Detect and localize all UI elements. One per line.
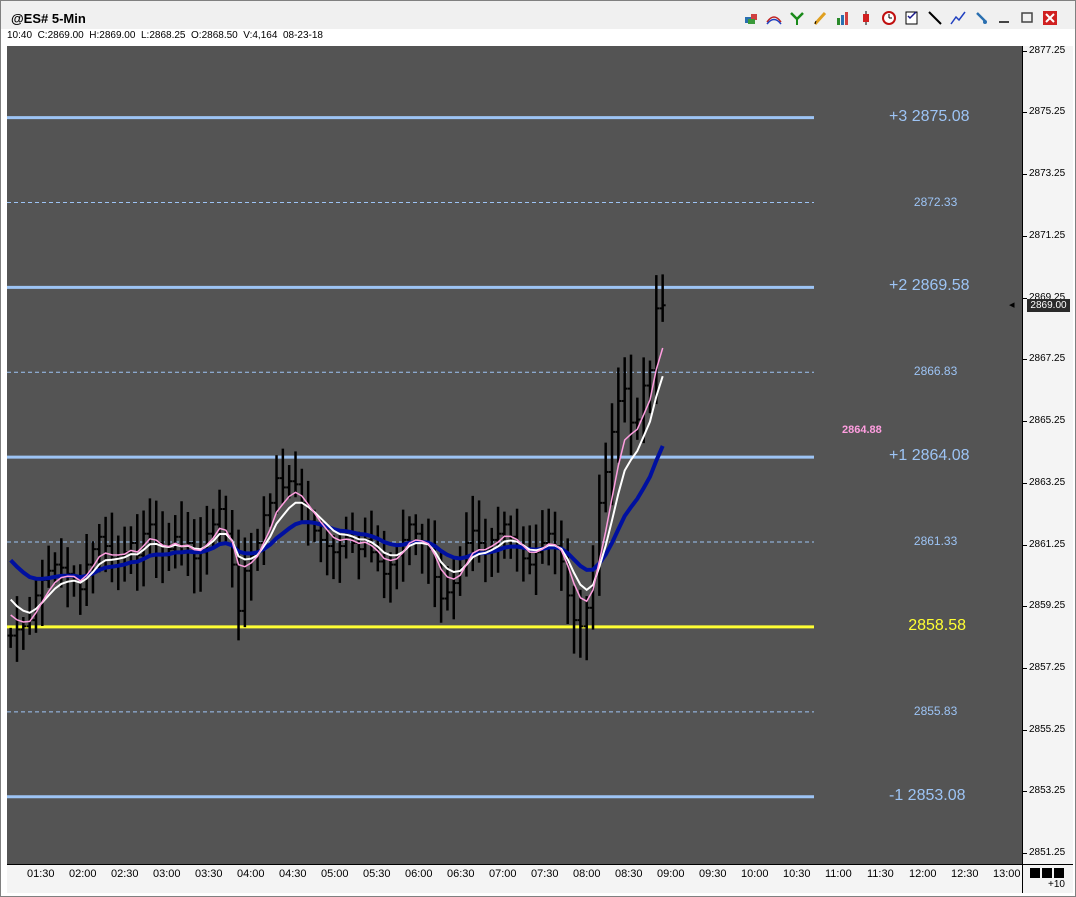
level-label: +3 2875.08 bbox=[889, 107, 970, 125]
y-tick-label: 2873.25 bbox=[1029, 168, 1066, 180]
corner-box-icon[interactable] bbox=[1042, 868, 1052, 878]
y-tick-mark bbox=[1023, 544, 1027, 546]
x-tick-label: 06:30 bbox=[447, 868, 475, 880]
x-tick-label: 03:00 bbox=[153, 868, 181, 880]
y-tick-mark bbox=[1023, 667, 1027, 669]
y-tick-label: 2863.25 bbox=[1029, 476, 1066, 488]
corner-box-icon[interactable] bbox=[1054, 868, 1064, 878]
level-label: +1 2864.08 bbox=[889, 447, 970, 465]
y-tick-mark bbox=[1023, 729, 1027, 731]
trend-icon[interactable] bbox=[948, 8, 967, 27]
minimize-icon[interactable] bbox=[994, 8, 1013, 27]
line-tool-icon[interactable] bbox=[925, 8, 944, 27]
axis-corner: +10 bbox=[1022, 864, 1073, 893]
x-tick-label: 02:00 bbox=[69, 868, 97, 880]
y-tick-mark bbox=[1023, 174, 1027, 176]
toolbar bbox=[741, 8, 1059, 28]
quote-line: 10:40 C:2869.00 H:2869.00 L:2868.25 O:28… bbox=[7, 30, 323, 41]
last-price-arrow-icon: ◂ bbox=[1009, 299, 1015, 311]
x-tick-label: 07:00 bbox=[489, 868, 517, 880]
chart-canvas bbox=[7, 116, 814, 799]
checklist-icon[interactable] bbox=[902, 8, 921, 27]
level-label: 2866.83 bbox=[913, 364, 958, 379]
close-icon[interactable] bbox=[1040, 8, 1059, 27]
clock-icon[interactable] bbox=[879, 8, 898, 27]
y-tick-label: 2855.25 bbox=[1029, 723, 1066, 735]
corner-boxes bbox=[1030, 868, 1064, 878]
y-tick-label: 2877.25 bbox=[1029, 44, 1066, 56]
level-label: -1 2853.08 bbox=[889, 786, 966, 804]
x-tick-label: 05:30 bbox=[363, 868, 391, 880]
level-label: +2 2869.58 bbox=[889, 277, 970, 295]
y-tick-mark bbox=[1023, 112, 1027, 114]
y-tick-mark bbox=[1023, 606, 1027, 608]
ma-white-line bbox=[9, 375, 664, 614]
price-plot[interactable]: 2864.88 +3 2875.08 2872.33 +2 2869.58 2866.… bbox=[7, 46, 1022, 864]
y-tick-label: 2865.25 bbox=[1029, 415, 1066, 427]
x-tick-label: 01:30 bbox=[27, 868, 55, 880]
y-tick-label: 2857.25 bbox=[1029, 661, 1066, 673]
x-tick-label: 11:30 bbox=[867, 868, 894, 880]
y-tick-mark bbox=[1023, 853, 1027, 855]
time-axis[interactable]: 01:30 02:00 02:30 03:00 03:30 04:00 04:30 05:00… bbox=[7, 864, 1022, 893]
zoom-label[interactable]: +10 bbox=[1048, 879, 1065, 890]
y-tick-mark bbox=[1023, 359, 1027, 361]
x-tick-label: 10:30 bbox=[783, 868, 811, 880]
y-tick-label: 2867.25 bbox=[1029, 353, 1066, 365]
y-tick-mark bbox=[1023, 50, 1027, 52]
y-tick-label: 2853.25 bbox=[1029, 785, 1066, 797]
x-tick-label: 07:30 bbox=[531, 868, 559, 880]
bar-chart-icon[interactable] bbox=[833, 8, 852, 27]
x-tick-label: 03:30 bbox=[195, 868, 223, 880]
restore-icon[interactable] bbox=[1017, 8, 1036, 27]
y-tick-label: 2861.25 bbox=[1029, 538, 1066, 550]
title-bar[interactable]: @ES# 5-Min bbox=[1, 1, 1075, 29]
x-tick-label: 08:30 bbox=[615, 868, 643, 880]
pin-icon[interactable] bbox=[971, 8, 990, 27]
level-label: 2861.33 bbox=[913, 534, 958, 549]
y-tick-mark bbox=[1023, 791, 1027, 793]
level-label: 2858.58 bbox=[908, 616, 967, 634]
candlestick-icon[interactable] bbox=[856, 8, 875, 27]
y-tick-label: 2871.25 bbox=[1029, 229, 1066, 241]
x-tick-label: 02:30 bbox=[111, 868, 139, 880]
x-tick-label: 10:00 bbox=[741, 868, 769, 880]
bands-icon[interactable] bbox=[764, 8, 783, 27]
x-tick-label: 12:00 bbox=[909, 868, 937, 880]
x-tick-label: 08:00 bbox=[573, 868, 601, 880]
x-tick-label: 04:30 bbox=[279, 868, 307, 880]
ma-value-label: 2864.88 bbox=[842, 424, 882, 436]
stack-icon[interactable] bbox=[741, 8, 760, 27]
y-tick-label: 2851.25 bbox=[1029, 847, 1066, 859]
price-axis[interactable]: 2877.25 2875.25 2873.25 2871.25 2869.25 2867.… bbox=[1022, 44, 1073, 864]
y-tick-mark bbox=[1023, 421, 1027, 423]
corner-box-icon[interactable] bbox=[1030, 868, 1040, 878]
last-price-tag: 2869.00 bbox=[1027, 299, 1070, 312]
pencil-icon[interactable] bbox=[810, 8, 829, 27]
level-label: 2855.83 bbox=[913, 703, 958, 718]
x-tick-label: 11:00 bbox=[825, 868, 852, 880]
x-tick-label: 05:00 bbox=[321, 868, 349, 880]
x-tick-label: 06:00 bbox=[405, 868, 433, 880]
ma-pink-line bbox=[10, 347, 664, 623]
y-tick-label: 2875.25 bbox=[1029, 106, 1066, 118]
window-title: @ES# 5-Min bbox=[11, 11, 86, 26]
chart-window: @ES# 5-Min 10:40 C:2869.00 H:2869.00 L:2… bbox=[0, 0, 1076, 897]
x-tick-label: 12:30 bbox=[951, 868, 979, 880]
x-tick-label: 09:00 bbox=[657, 868, 685, 880]
y-tick-mark bbox=[1023, 482, 1027, 484]
level-label: 2872.33 bbox=[913, 194, 958, 209]
x-tick-label: 09:30 bbox=[699, 868, 727, 880]
y-tick-mark bbox=[1023, 235, 1027, 237]
tree-icon[interactable] bbox=[787, 8, 806, 27]
x-tick-label: 04:00 bbox=[237, 868, 265, 880]
y-tick-label: 2859.25 bbox=[1029, 600, 1066, 612]
x-tick-label: 13:00 bbox=[993, 868, 1021, 880]
